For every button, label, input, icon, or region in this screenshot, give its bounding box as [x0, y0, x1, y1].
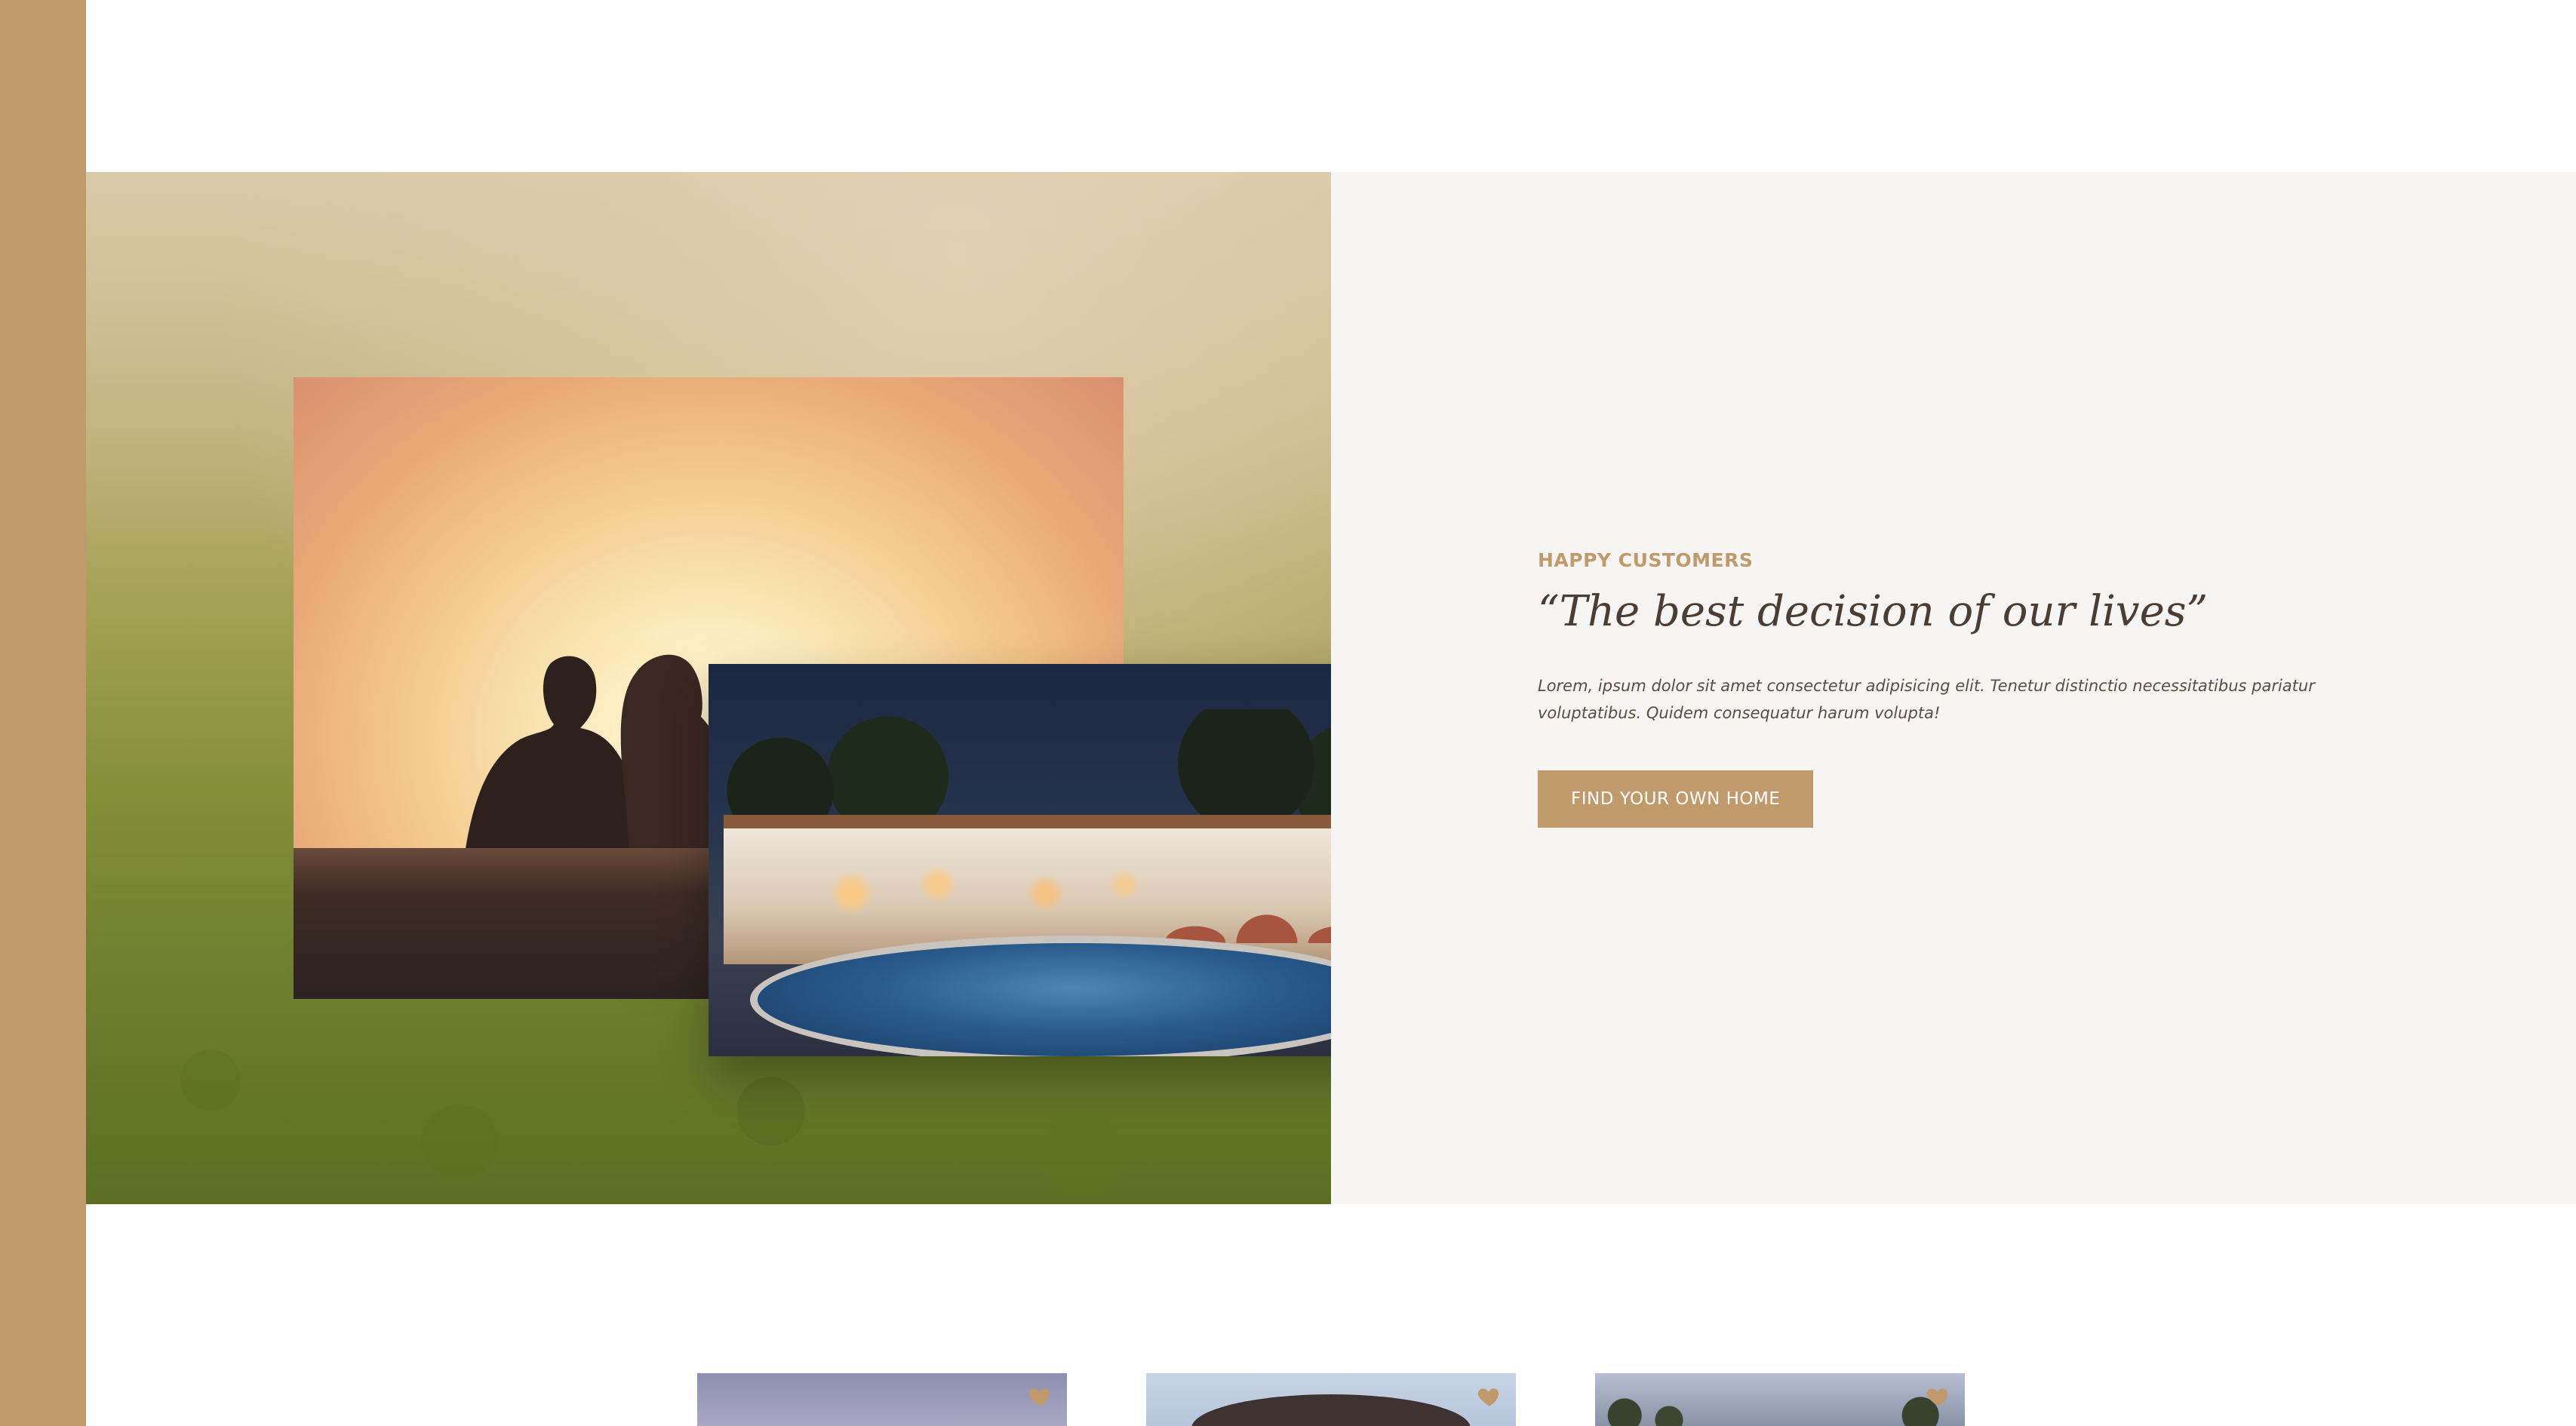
story-subtitle: HAPPY CUSTOMERS [1538, 549, 1754, 571]
home-card[interactable] [1146, 1373, 1516, 1426]
homes-section [697, 1373, 1965, 1426]
story-pictures [86, 172, 1331, 1204]
home-card[interactable] [697, 1373, 1067, 1426]
heart-icon[interactable] [1028, 1384, 1053, 1409]
home-card[interactable] [1595, 1373, 1965, 1426]
find-home-button[interactable]: FIND YOUR OWN HOME [1538, 770, 1814, 828]
story-body: Lorem, ipsum dolor sit amet consectetur … [1538, 677, 2315, 722]
story-text: HAPPY CUSTOMERS “The best decision of ou… [1538, 549, 2428, 828]
story-section: HAPPY CUSTOMERS “The best decision of ou… [86, 172, 2576, 1204]
heart-icon[interactable] [1477, 1384, 1502, 1409]
story-title: “The best decision of our lives” [1538, 587, 2209, 636]
story-photo-villa [709, 664, 1331, 1056]
heart-icon[interactable] [1926, 1384, 1951, 1409]
sidebar [0, 0, 86, 1426]
